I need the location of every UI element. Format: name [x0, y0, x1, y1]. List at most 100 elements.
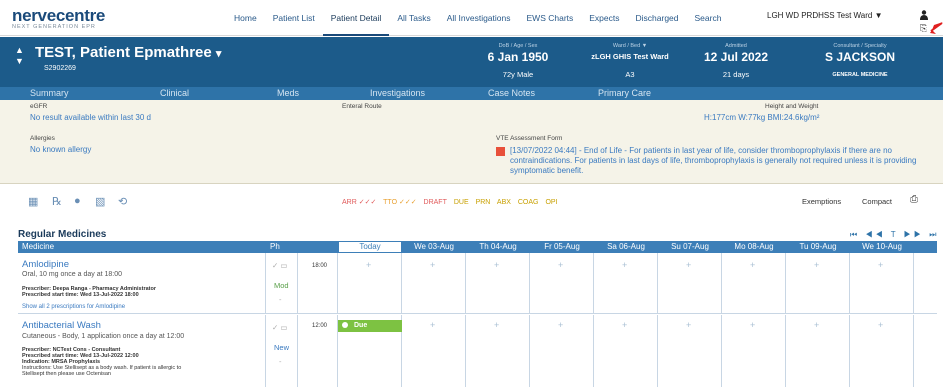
- hidden-meds-icon[interactable]: ▧: [95, 195, 105, 208]
- tab-investigations[interactable]: Investigations: [370, 88, 425, 98]
- add-dose-icon[interactable]: +: [430, 320, 435, 330]
- med-name[interactable]: Amlodipine: [22, 259, 69, 270]
- legend-tto[interactable]: TTO ✓✓✓: [383, 199, 416, 206]
- nav-ews-charts[interactable]: EWS Charts: [519, 13, 582, 36]
- patient-menu-chevron-icon[interactable]: ▾: [216, 48, 222, 60]
- show-all-prescriptions-link[interactable]: Show all 2 prescriptions for Amlodipine: [22, 304, 125, 310]
- day-cell[interactable]: +: [402, 315, 466, 387]
- med-cell[interactable]: Amlodipine Oral, 10 mg once a day at 18:…: [18, 253, 266, 313]
- ward-bed-block[interactable]: Ward / Bed ▼ zLGH GHIS Test Ward A3: [580, 43, 680, 82]
- header-day-3[interactable]: Fr 05-Aug: [530, 242, 594, 251]
- day-cell[interactable]: +: [658, 315, 722, 387]
- fluid-drop-icon[interactable]: ●: [74, 195, 81, 207]
- tab-clinical[interactable]: Clinical: [160, 88, 189, 98]
- compact-button[interactable]: Compact: [862, 197, 892, 206]
- day-cell[interactable]: +: [786, 315, 850, 387]
- header-today[interactable]: Today: [338, 241, 402, 253]
- prescription-rx-icon[interactable]: ℞: [52, 195, 62, 208]
- nav-patient-list[interactable]: Patient List: [265, 13, 323, 36]
- legend-draft[interactable]: DRAFT: [424, 199, 447, 206]
- day-cell[interactable]: +: [722, 315, 786, 387]
- day-cell[interactable]: +: [658, 253, 722, 313]
- day-cell-today[interactable]: Due: [338, 315, 402, 387]
- add-dose-icon[interactable]: +: [878, 260, 883, 270]
- nervecentre-logo[interactable]: nervecentre NEXT GENERATION EPR: [12, 7, 105, 31]
- header-day-1[interactable]: We 03-Aug: [402, 242, 466, 251]
- nav-patient-detail[interactable]: Patient Detail: [322, 13, 390, 36]
- add-dose-icon[interactable]: +: [686, 260, 691, 270]
- tab-summary[interactable]: Summary: [30, 88, 69, 98]
- header-day-6[interactable]: Mo 08-Aug: [722, 242, 786, 251]
- logout-icon[interactable]: ⎘: [920, 24, 927, 33]
- legend-prn[interactable]: PRN: [476, 199, 491, 206]
- ph-cell[interactable]: ✓ ▭ New -: [266, 315, 298, 387]
- day-cell[interactable]: +: [466, 253, 530, 313]
- patient-nav-arrows[interactable]: ▲ ▼: [15, 45, 24, 67]
- add-dose-icon[interactable]: +: [622, 260, 627, 270]
- day-cell[interactable]: +: [402, 253, 466, 313]
- ward-selector[interactable]: LGH WD PRDHSS Test Ward ▼: [767, 11, 883, 20]
- day-cell[interactable]: +: [850, 253, 914, 313]
- header-day-4[interactable]: Sa 06-Aug: [594, 242, 658, 251]
- legend-opi[interactable]: OPI: [545, 199, 557, 206]
- nav-discharged[interactable]: Discharged: [628, 13, 687, 36]
- day-cell[interactable]: +: [594, 253, 658, 313]
- admitted-days: 21 days: [722, 70, 750, 79]
- grid-view-icon[interactable]: ▦: [28, 195, 38, 208]
- day-cell[interactable]: +: [850, 315, 914, 387]
- add-dose-icon[interactable]: +: [430, 260, 435, 270]
- add-dose-icon[interactable]: +: [686, 320, 691, 330]
- legend-due[interactable]: DUE: [454, 199, 469, 206]
- header-day-8[interactable]: We 10-Aug: [850, 242, 914, 251]
- nav-home[interactable]: Home: [226, 13, 265, 36]
- logo-sub-text: NEXT GENERATION EPR: [12, 24, 96, 30]
- patient-name[interactable]: TEST, Patient Epmathree ▾: [35, 44, 221, 61]
- add-dose-icon[interactable]: +: [814, 260, 819, 270]
- day-cell[interactable]: +: [594, 315, 658, 387]
- add-dose-icon[interactable]: +: [494, 320, 499, 330]
- header-day-5[interactable]: Su 07-Aug: [658, 242, 722, 251]
- legend-coag[interactable]: COAG: [518, 199, 539, 206]
- add-dose-icon[interactable]: +: [622, 320, 627, 330]
- history-icon[interactable]: ⟲: [118, 195, 127, 208]
- med-cell[interactable]: Antibacterial Wash Cutaneous - Body, 1 a…: [18, 315, 266, 387]
- add-dose-icon[interactable]: +: [366, 260, 371, 270]
- day-cell[interactable]: +: [530, 253, 594, 313]
- due-dose-button[interactable]: Due: [338, 320, 402, 332]
- add-dose-icon[interactable]: +: [814, 320, 819, 330]
- nav-all-tasks[interactable]: All Tasks: [389, 13, 438, 36]
- egfr-value[interactable]: No result available within last 30 d: [30, 113, 151, 122]
- tab-case-notes[interactable]: Case Notes: [488, 88, 535, 98]
- nav-expects[interactable]: Expects: [581, 13, 627, 36]
- exemptions-button[interactable]: Exemptions: [802, 197, 841, 206]
- day-cell[interactable]: +: [530, 315, 594, 387]
- legend-arr[interactable]: ARR ✓✓✓: [342, 199, 376, 206]
- next-patient-icon[interactable]: ▼: [15, 56, 24, 67]
- add-dose-icon[interactable]: +: [750, 320, 755, 330]
- add-dose-icon[interactable]: +: [558, 320, 563, 330]
- day-cell[interactable]: +: [466, 315, 530, 387]
- add-dose-icon[interactable]: +: [494, 260, 499, 270]
- height-weight-value[interactable]: H:177cm W:77kg BMI:24.6kg/m²: [704, 113, 819, 122]
- previous-patient-icon[interactable]: ▲: [15, 45, 24, 56]
- day-cell-today[interactable]: +: [338, 253, 402, 313]
- nav-search[interactable]: Search: [687, 13, 730, 36]
- header-day-7[interactable]: Tu 09-Aug: [786, 242, 850, 251]
- tab-meds[interactable]: Meds: [277, 88, 299, 98]
- add-dose-icon[interactable]: +: [558, 260, 563, 270]
- ph-cell[interactable]: ✓ ▭ Mod -: [266, 253, 298, 313]
- vte-assessment-text[interactable]: [13/07/2022 04:44] - End of Life - For p…: [510, 146, 920, 176]
- nav-all-investigations[interactable]: All Investigations: [439, 13, 519, 36]
- print-icon[interactable]: ⎙: [910, 194, 918, 205]
- add-dose-icon[interactable]: +: [750, 260, 755, 270]
- date-pager[interactable]: ⏮ ◀◀ T ▶▶ ⏭: [850, 230, 939, 240]
- day-cell[interactable]: +: [786, 253, 850, 313]
- day-cell[interactable]: +: [722, 253, 786, 313]
- user-icon[interactable]: [920, 10, 928, 20]
- add-dose-icon[interactable]: +: [878, 320, 883, 330]
- header-day-2[interactable]: Th 04-Aug: [466, 242, 530, 251]
- med-name[interactable]: Antibacterial Wash: [22, 320, 101, 331]
- legend-abx[interactable]: ABX: [497, 199, 511, 206]
- tab-primary-care[interactable]: Primary Care: [598, 88, 651, 98]
- allergies-value[interactable]: No known allergy: [30, 145, 91, 154]
